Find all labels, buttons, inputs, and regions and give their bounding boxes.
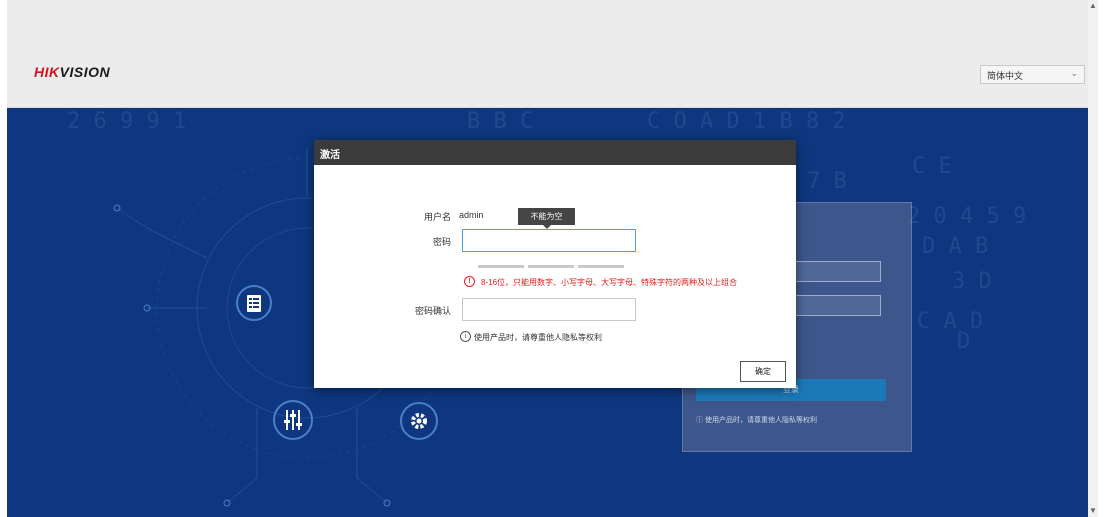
password-strength-bar-3	[578, 265, 624, 268]
language-select[interactable]: 简体中文 ⌄	[980, 65, 1085, 84]
error-icon: !	[464, 276, 475, 287]
svg-text:7 B: 7 B	[807, 169, 847, 194]
page-scrollbar[interactable]: ▲ ▼	[1088, 0, 1098, 517]
svg-text:D: D	[957, 329, 970, 354]
scroll-down-icon[interactable]: ▼	[1088, 505, 1098, 517]
password-strength-bar-2	[528, 265, 574, 268]
top-header: HIKVISION 简体中文 ⌄	[7, 0, 1098, 108]
confirm-password-label: 密码确认	[414, 306, 451, 316]
login-notice: ⓘ 使用产品时，请尊重他人隐私等权利	[696, 417, 817, 424]
username-label: 用户名	[423, 212, 451, 222]
password-input[interactable]	[462, 229, 636, 252]
svg-text:C A D: C A D	[917, 309, 983, 334]
list-icon	[236, 285, 272, 321]
ok-button[interactable]: 确定	[740, 361, 786, 382]
svg-text:2 6 9 9 1: 2 6 9 9 1	[67, 109, 186, 134]
svg-text:3 D: 3 D	[952, 269, 992, 294]
login-username-field[interactable]	[789, 261, 881, 282]
language-selected-value: 简体中文	[987, 71, 1024, 81]
browser-viewport: HIKVISION 简体中文 ⌄ B B C C O A D 1 B 8 2 A…	[7, 0, 1098, 517]
username-value: admin	[459, 210, 484, 220]
gear-icon	[400, 402, 438, 440]
svg-text:2 0 4 5 9: 2 0 4 5 9	[907, 204, 1026, 229]
info-icon: i	[460, 331, 471, 342]
password-tooltip: 不能为空	[518, 208, 575, 229]
dialog-title-bar: 激活	[314, 140, 796, 165]
svg-text:C O A D 1 B 8 2: C O A D 1 B 8 2	[647, 109, 846, 134]
hikvision-logo: HIKVISION	[34, 64, 111, 80]
svg-text:D A B: D A B	[922, 234, 988, 259]
scroll-up-icon[interactable]: ▲	[1088, 0, 1098, 12]
password-rule-error: 8-16位，只能用数字、小写字母、大写字母、特殊字符的两种及以上组合	[481, 278, 738, 287]
confirm-password-input[interactable]	[462, 298, 636, 321]
svg-text:B B C: B B C	[467, 109, 533, 134]
login-password-field[interactable]	[789, 295, 881, 316]
password-label: 密码	[432, 237, 451, 247]
activation-dialog: 激活 用户名 admin 不能为空 密码 ! 8-16位，只能用数字、小写字母、…	[314, 140, 796, 388]
equalizer-icon	[273, 400, 313, 440]
svg-text:C E: C E	[912, 154, 952, 179]
privacy-notice: 使用产品时，请尊重他人隐私等权利	[474, 333, 602, 342]
password-strength-bar-1	[478, 265, 524, 268]
chevron-down-icon[interactable]: ⌄	[1070, 68, 1078, 79]
dialog-title: 激活	[320, 150, 340, 161]
